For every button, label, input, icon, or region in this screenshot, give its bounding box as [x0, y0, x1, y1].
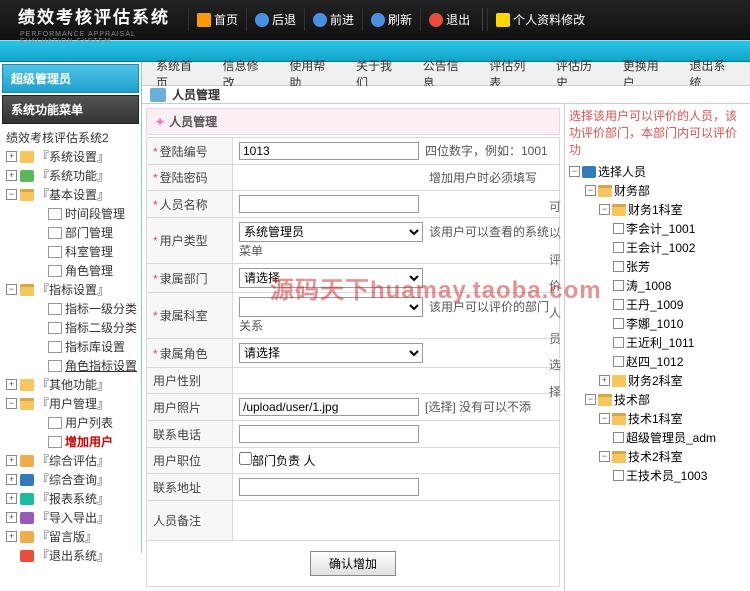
rtree-person[interactable]: 赵四_1012	[569, 352, 746, 371]
back-icon	[255, 13, 269, 27]
rtree-person[interactable]: 张芳	[569, 257, 746, 276]
person-tree: −选择人员 −财务部 −财务1科室 李会计_1001 王会计_1002 张芳 涛…	[569, 162, 746, 485]
tree-system-setting[interactable]: +『系统设置』	[4, 147, 137, 166]
exit-icon	[429, 13, 443, 27]
tree-add-user[interactable]: 增加用户	[4, 432, 137, 451]
address-input[interactable]	[239, 478, 419, 496]
tree-dept-manage[interactable]: 部门管理	[4, 223, 137, 242]
rtree-person[interactable]: 李娜_1010	[569, 314, 746, 333]
back-button[interactable]: 后退	[246, 8, 304, 31]
home-button[interactable]: 首页	[188, 8, 246, 31]
tree-index-l2[interactable]: 指标二级分类	[4, 318, 137, 337]
app-title: 绩效考核评估系统	[0, 3, 180, 28]
rtree-dept[interactable]: −财务部	[569, 181, 746, 200]
tree-import[interactable]: +『导入导出』	[4, 508, 137, 527]
tree-role-manage[interactable]: 角色管理	[4, 261, 137, 280]
rtree-person[interactable]: 超级管理员_adm	[569, 428, 746, 447]
nav-tree: 绩效考核评估系统2 +『系统设置』 +『系统功能』 −『基本设置』 时间段管理 …	[0, 126, 141, 567]
dept-select[interactable]: 请选择	[239, 268, 423, 288]
app-header: 绩效考核评估系统 PERFORMANCE APPRAISAL EVALUATIO…	[0, 0, 750, 40]
left-sidebar: 超级管理员 系统功能菜单 绩效考核评估系统2 +『系统设置』 +『系统功能』 −…	[0, 62, 142, 553]
sidebar-tab-admin[interactable]: 超级管理员	[2, 64, 139, 93]
menubar: 系统首页 信息修改 使用帮助 关于我们 公告信息 评估列表 评估历史 更换用户 …	[142, 62, 750, 86]
submit-button[interactable]: 确认增加	[310, 551, 396, 576]
vertical-label: 可以评价人员选择	[548, 194, 562, 405]
user-type-select[interactable]: 系统管理员	[239, 222, 423, 242]
app-subtitle: PERFORMANCE APPRAISAL EVALUATION SYSTEM	[20, 31, 180, 45]
rtree-person[interactable]: 王近利_1011	[569, 333, 746, 352]
tree-index-l1[interactable]: 指标一级分类	[4, 299, 137, 318]
rtree-person[interactable]: 王会计_1002	[569, 238, 746, 257]
tree-report[interactable]: +『报表系统』	[4, 489, 137, 508]
separator	[482, 8, 483, 31]
profile-button[interactable]: 个人资料修改	[487, 8, 593, 31]
user-form: *登陆编号四位数字，例如：1001 *登陆密码增加用户时必须填写 *人员名称 *…	[146, 137, 560, 587]
header-toolbar: 首页 后退 前进 刷新 退出 个人资料修改	[188, 8, 593, 31]
right-panel: 选择该用户可以评价的人员，该功评价部门，本部门内可以评价功 −选择人员 −财务部…	[564, 104, 750, 591]
tree-room-manage[interactable]: 科室管理	[4, 242, 137, 261]
tree-root[interactable]: 绩效考核评估系统2	[4, 128, 137, 147]
rtree-room[interactable]: +财务2科室	[569, 371, 746, 390]
tree-basic-setting[interactable]: −『基本设置』	[4, 185, 137, 204]
printer-icon	[150, 88, 166, 102]
forward-button[interactable]: 前进	[304, 8, 362, 31]
login-id-input[interactable]	[239, 142, 419, 160]
form-panel: 人员管理 *登陆编号四位数字，例如：1001 *登陆密码增加用户时必须填写 *人…	[142, 104, 564, 591]
exit-button[interactable]: 退出	[420, 8, 478, 31]
tree-eval[interactable]: +『综合评估』	[4, 451, 137, 470]
phone-input[interactable]	[239, 425, 419, 443]
rtree-room[interactable]: −财务1科室	[569, 200, 746, 219]
rtree-room[interactable]: −技术1科室	[569, 409, 746, 428]
hint: 四位数字，例如：1001	[425, 144, 548, 158]
hint: [选择] 没有可以不添	[425, 400, 531, 414]
rtree-dept[interactable]: −技术部	[569, 390, 746, 409]
form-title: 人员管理	[146, 108, 560, 135]
hint: 增加用户时必须填写	[429, 171, 537, 185]
home-icon	[197, 13, 211, 27]
right-tip: 选择该用户可以评价的人员，该功评价部门，本部门内可以评价功	[569, 108, 746, 158]
tree-msg[interactable]: +『留言版』	[4, 527, 137, 546]
rtree-root[interactable]: −选择人员	[569, 162, 746, 181]
crumb-text: 人员管理	[172, 86, 220, 103]
tree-system-func[interactable]: +『系统功能』	[4, 166, 137, 185]
rtree-person[interactable]: 涛_1008	[569, 276, 746, 295]
tree-role-index[interactable]: 角色指标设置	[4, 356, 137, 375]
rtree-person[interactable]: 王丹_1009	[569, 295, 746, 314]
name-input[interactable]	[239, 195, 419, 213]
tree-query[interactable]: +『综合查询』	[4, 470, 137, 489]
rtree-person[interactable]: 李会计_1001	[569, 219, 746, 238]
logo-area: 绩效考核评估系统 PERFORMANCE APPRAISAL EVALUATIO…	[0, 7, 180, 32]
refresh-button[interactable]: 刷新	[362, 8, 420, 31]
tree-time-manage[interactable]: 时间段管理	[4, 204, 137, 223]
tree-user-list[interactable]: 用户列表	[4, 413, 137, 432]
tree-index-setting[interactable]: −『指标设置』	[4, 280, 137, 299]
user-icon	[496, 13, 510, 27]
leader-checkbox[interactable]	[239, 452, 252, 465]
forward-icon	[313, 13, 327, 27]
sidebar-tab-menu[interactable]: 系统功能菜单	[2, 95, 139, 124]
main-area: 系统首页 信息修改 使用帮助 关于我们 公告信息 评估列表 评估历史 更换用户 …	[142, 62, 750, 553]
rtree-person[interactable]: 王技术员_1003	[569, 466, 746, 485]
tree-user-manage[interactable]: −『用户管理』	[4, 394, 137, 413]
room-select[interactable]	[239, 297, 423, 317]
role-select[interactable]: 请选择	[239, 343, 423, 363]
tree-index-lib[interactable]: 指标库设置	[4, 337, 137, 356]
rtree-room[interactable]: −技术2科室	[569, 447, 746, 466]
breadcrumb: 人员管理	[142, 86, 750, 104]
photo-input[interactable]	[239, 398, 419, 416]
refresh-icon	[371, 13, 385, 27]
tree-other-func[interactable]: +『其他功能』	[4, 375, 137, 394]
tree-logout[interactable]: 『退出系统』	[4, 546, 137, 565]
